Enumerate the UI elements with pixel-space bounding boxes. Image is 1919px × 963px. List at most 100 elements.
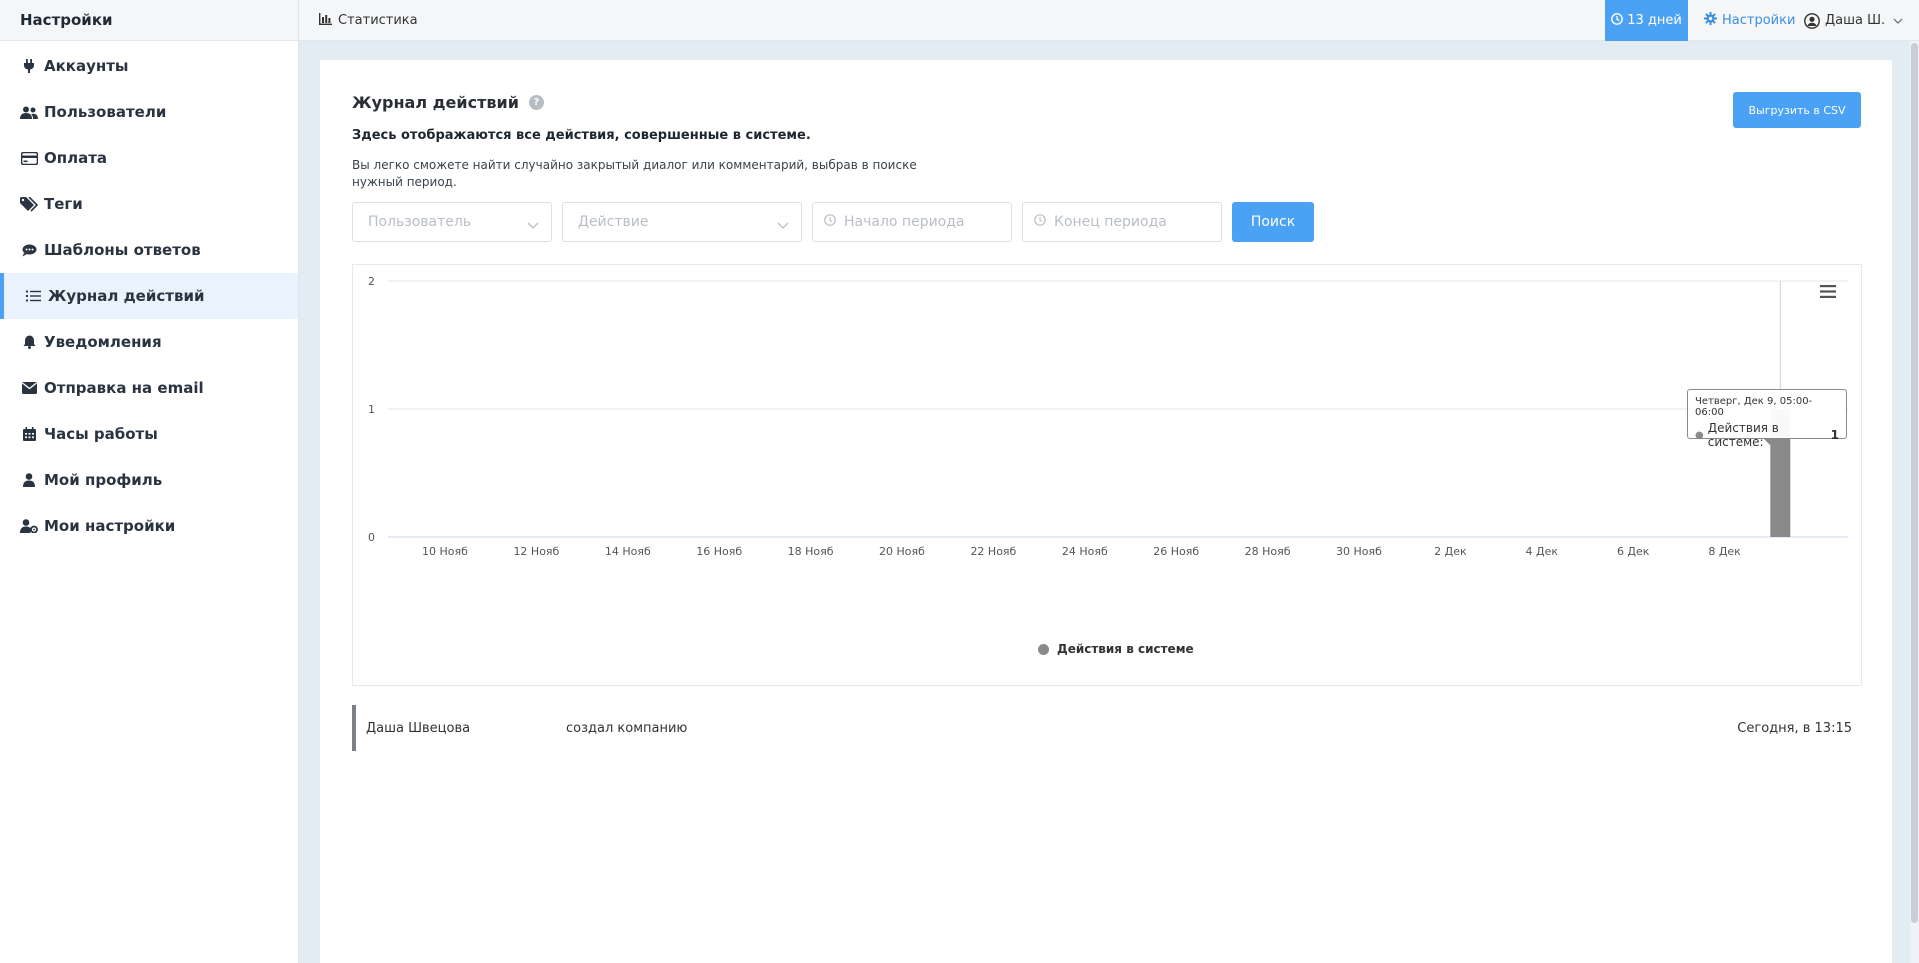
help-icon[interactable]: ?: [528, 95, 544, 110]
user-name: Даша Ш.: [1825, 13, 1886, 28]
clock-icon: [1034, 214, 1054, 230]
y-tick-label: 0: [368, 531, 375, 544]
sidebar-item-action-log[interactable]: Журнал действий: [0, 273, 298, 319]
x-tick-label: 18 Нояб: [788, 545, 834, 558]
x-tick-label: 22 Нояб: [970, 545, 1016, 558]
trial-days-label: 13 дней: [1627, 13, 1682, 28]
sidebar-item-billing[interactable]: Оплата: [0, 135, 298, 181]
clock-icon: [1611, 12, 1627, 29]
chart-svg: 0 1 2 10 Нояб 12 Нояб 14 Нояб 16 Нояб 18 Нояб 20…: [368, 275, 1848, 558]
log-time: Сегодня, в 13:15: [1737, 720, 1852, 736]
legend-label: Действия в системе: [1057, 642, 1194, 656]
sidebar-item-label: Аккаунты: [44, 57, 129, 75]
plug-icon: [20, 57, 38, 75]
x-tick-label: 12 Нояб: [513, 545, 559, 558]
settings-label: Настройки: [1722, 13, 1796, 28]
topbar: Статистика 13 дней Настройки Даша Ш.: [299, 0, 1919, 41]
search-button[interactable]: Поиск: [1232, 202, 1314, 242]
main-panel: Журнал действий ? Здесь отображаются все…: [320, 60, 1892, 963]
sidebar-item-label: Пользователи: [44, 103, 167, 121]
user-cog-icon: [20, 517, 38, 535]
x-tick-label: 24 Нояб: [1062, 545, 1108, 558]
chart-tooltip: Четверг, Дек 9, 05:00-06:00 ● Действия в…: [1687, 389, 1847, 449]
sidebar-item-label: Мои настройки: [44, 517, 176, 535]
bell-icon: [20, 333, 38, 351]
sidebar-item-label: Шаблоны ответов: [44, 241, 201, 259]
statistics-link[interactable]: Статистика: [319, 0, 418, 41]
page-description: Вы легко сможете найти случайно закрытый…: [352, 158, 917, 189]
end-date-input[interactable]: Конец периода: [1022, 202, 1222, 242]
sidebar-item-notifications[interactable]: Уведомления: [0, 319, 298, 365]
page-scrollbar[interactable]: [1910, 41, 1919, 963]
end-date-placeholder: Конец периода: [1054, 214, 1167, 230]
scrollbar-thumb[interactable]: [1911, 43, 1918, 923]
tooltip-dot-icon: ●: [1695, 429, 1704, 441]
tags-icon: [20, 195, 38, 213]
sidebar-item-label: Журнал действий: [48, 287, 205, 305]
sidebar-nav: Аккаунты Пользователи Оплата Теги Шаблон…: [0, 41, 298, 549]
x-tick-label: 2 Дек: [1434, 545, 1467, 558]
sidebar-item-reply-templates[interactable]: Шаблоны ответов: [0, 227, 298, 273]
sidebar-item-accounts[interactable]: Аккаунты: [0, 43, 298, 89]
user-menu[interactable]: Даша Ш.: [1804, 0, 1903, 41]
x-tick-label: 8 Дек: [1708, 545, 1741, 558]
action-select-placeholder: Действие: [578, 214, 649, 230]
log-action: создал компанию: [566, 720, 688, 736]
x-tick-label: 26 Нояб: [1153, 545, 1199, 558]
sidebar-item-users[interactable]: Пользователи: [0, 89, 298, 135]
user-icon: [20, 471, 38, 489]
x-tick-label: 16 Нояб: [696, 545, 742, 558]
page-title-text: Журнал действий: [352, 93, 519, 112]
calendar-icon: [20, 425, 38, 443]
statistics-label: Статистика: [338, 13, 418, 28]
sidebar-item-label: Мой профиль: [44, 471, 163, 489]
sidebar-item-my-profile[interactable]: Мой профиль: [0, 457, 298, 503]
credit-card-icon: [20, 149, 38, 167]
export-csv-button[interactable]: Выгрузить в CSV: [1733, 92, 1861, 128]
tooltip-arrow: [1763, 438, 1777, 445]
x-tick-label: 30 Нояб: [1336, 545, 1382, 558]
settings-link[interactable]: Настройки: [1704, 0, 1795, 41]
list-icon: [24, 287, 42, 305]
tooltip-value: 1: [1830, 428, 1839, 442]
sidebar-item-label: Уведомления: [44, 333, 162, 351]
action-select[interactable]: Действие: [562, 202, 802, 242]
user-select[interactable]: Пользователь: [352, 202, 552, 242]
sidebar-title: Настройки: [0, 0, 298, 41]
page-title: Журнал действий ?: [352, 93, 544, 112]
user-select-placeholder: Пользователь: [368, 214, 472, 230]
x-tick-label: 6 Дек: [1617, 545, 1650, 558]
start-date-placeholder: Начало периода: [844, 214, 965, 230]
users-icon: [20, 103, 38, 121]
actions-chart: 0 1 2 10 Нояб 12 Нояб 14 Нояб 16 Нояб 18 Нояб 20…: [352, 264, 1862, 686]
sidebar-item-label: Отправка на email: [44, 379, 204, 397]
envelope-icon: [20, 379, 38, 397]
start-date-input[interactable]: Начало периода: [812, 202, 1012, 242]
x-tick-label: 4 Дек: [1526, 545, 1559, 558]
sidebar-item-my-settings[interactable]: Мои настройки: [0, 503, 298, 549]
gear-icon: [1704, 12, 1722, 29]
legend-dot: [1038, 643, 1049, 655]
comments-icon: [20, 241, 38, 259]
y-tick-label: 1: [368, 403, 375, 416]
x-tick-label: 20 Нояб: [879, 545, 925, 558]
sidebar-item-working-hours[interactable]: Часы работы: [0, 411, 298, 457]
log-user: Даша Швецова: [366, 720, 471, 736]
chevron-down-icon: [777, 217, 789, 233]
chevron-down-icon: [527, 217, 539, 233]
sidebar: Настройки Аккаунты Пользователи Оплата Т…: [0, 0, 299, 963]
sidebar-item-label: Теги: [44, 195, 83, 213]
x-tick-label: 28 Нояб: [1245, 545, 1291, 558]
log-row: Даша Швецова создал компанию Сегодня, в …: [352, 705, 1862, 751]
y-tick-label: 2: [368, 275, 375, 288]
x-tick-label: 14 Нояб: [605, 545, 651, 558]
sidebar-item-tags[interactable]: Теги: [0, 181, 298, 227]
trial-days-button[interactable]: 13 дней: [1605, 0, 1688, 41]
sidebar-item-email[interactable]: Отправка на email: [0, 365, 298, 411]
bar-chart-icon: [319, 12, 338, 29]
page-subtitle: Здесь отображаются все действия, соверше…: [352, 128, 811, 143]
chart-legend[interactable]: Действия в системе: [1038, 642, 1194, 656]
chevron-down-icon: [1893, 13, 1903, 28]
user-circle-icon: [1804, 12, 1820, 29]
tooltip-header: Четверг, Дек 9, 05:00-06:00: [1695, 396, 1813, 418]
